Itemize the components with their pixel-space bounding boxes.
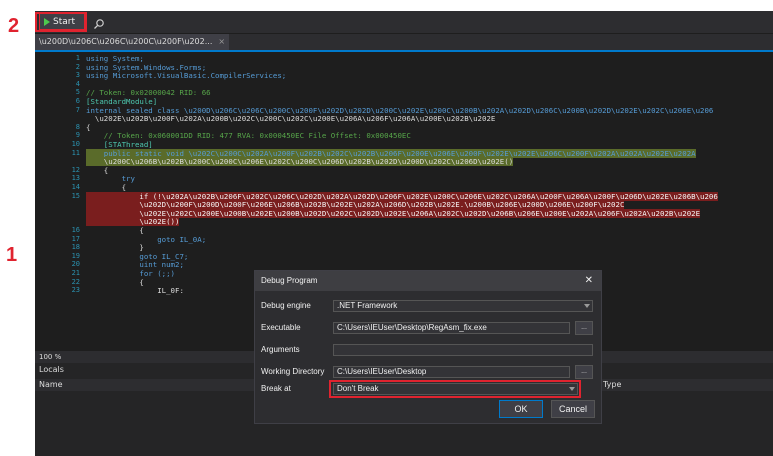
column-name[interactable]: Name [39,379,63,391]
line-number: 4 [75,79,80,88]
line-number: 11 [71,148,80,157]
workdir-label: Working Directory [261,367,325,376]
line-number: 13 [71,174,80,183]
line-number: 12 [71,165,80,174]
browse-workdir-button[interactable]: ... [575,365,593,379]
args-field[interactable] [333,344,593,356]
locals-title: Locals [39,365,64,374]
tab-bar: \u200D\u206C\u206C\u200C\u200F\u202... × [35,34,773,52]
exe-label: Executable [261,323,301,332]
line-number: 3 [75,71,80,80]
line-number: 22 [71,277,80,286]
line-number: 17 [71,234,80,243]
column-type[interactable]: Type [603,379,621,391]
engine-select[interactable]: .NET Framework [333,300,593,312]
code-line[interactable]: \u200C\u206B\u202B\u200C\u200C\u206E\u20… [86,157,514,167]
dialog-titlebar: Debug Program ✕ [255,271,601,291]
line-number: 1 [75,54,80,62]
line-number: 18 [71,243,80,252]
line-number: 19 [71,251,80,260]
line-number: 10 [71,140,80,148]
step-2-label: 2 [8,15,20,37]
chevron-down-icon [584,304,590,308]
line-number: 20 [71,260,80,269]
line-number: 5 [75,88,80,97]
workdir-value: C:\Users\IEUser\Desktop [337,367,427,376]
line-number: 7 [75,105,80,114]
start-highlight [35,12,87,32]
break-at-label: Break at [261,384,291,393]
close-icon[interactable]: ✕ [585,271,593,291]
line-number: 21 [71,269,80,277]
browse-exe-button[interactable]: ... [575,321,593,335]
code-line[interactable]: IL_0F: [86,286,184,295]
line-number: 6 [75,97,80,105]
line-number: 23 [71,286,80,295]
engine-value: .NET Framework [337,301,398,310]
toolbar: Start [35,11,773,33]
line-number: 2 [75,62,80,71]
line-number: 9 [75,131,80,140]
line-number: 8 [75,122,80,131]
args-label: Arguments [261,345,300,354]
step-1-label: 1 [6,244,18,266]
break-at-highlight [329,380,581,398]
ok-button[interactable]: OK [499,400,543,418]
zoom-level[interactable]: 100 % [39,353,61,361]
dialog-title: Debug Program [261,276,318,285]
cancel-button[interactable]: Cancel [551,400,595,418]
search-icon[interactable] [93,15,105,34]
workdir-field[interactable]: C:\Users\IEUser\Desktop [333,366,570,378]
exe-value: C:\Users\IEUser\Desktop\RegAsm_fix.exe [337,323,487,332]
line-number: 14 [71,183,80,191]
code-line[interactable]: \u202E\u202B\u200F\u202A\u200B\u202C\u20… [86,114,495,123]
tab-title: \u200D\u206C\u206C\u200C\u200F\u202... [39,37,213,46]
exe-field[interactable]: C:\Users\IEUser\Desktop\RegAsm_fix.exe [333,322,570,334]
tab-document[interactable]: \u200D\u206C\u206C\u200C\u200F\u202... × [35,34,230,50]
code-line[interactable]: using Microsoft.VisualBasic.CompilerServ… [86,71,286,80]
engine-label: Debug engine [261,301,311,310]
line-number: 16 [71,226,80,234]
line-number: 15 [71,191,80,200]
close-tab-icon[interactable]: × [218,37,225,46]
debug-program-dialog: Debug Program ✕ Debug engine .NET Framew… [254,270,602,424]
